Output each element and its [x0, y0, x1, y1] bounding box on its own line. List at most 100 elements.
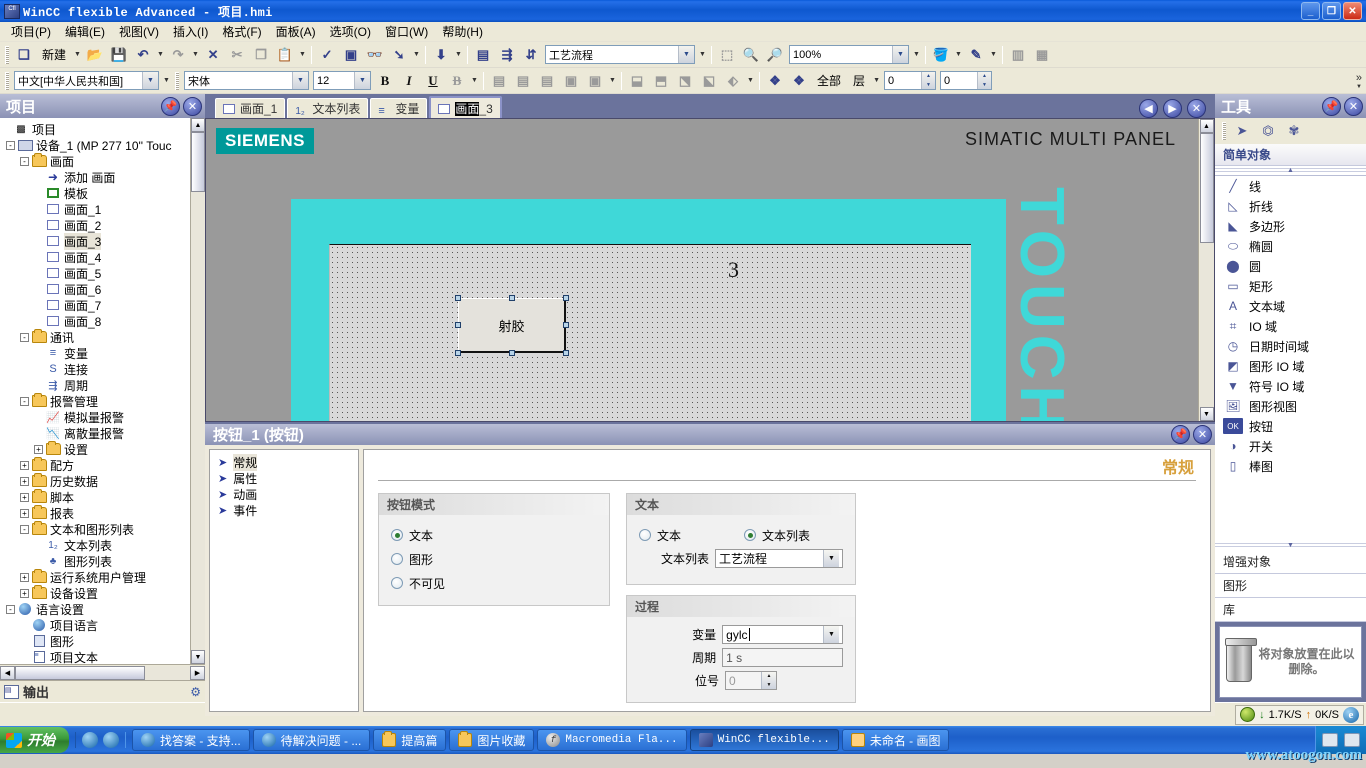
radio-button-mode-invisible[interactable]: 不可见 [391, 571, 597, 595]
tree-node[interactable]: - 文本和图形列表 [2, 521, 190, 537]
stamp-icon[interactable]: ⏣ [1255, 120, 1281, 142]
tree-node[interactable]: + 脚本 [2, 489, 190, 505]
runtime-icon[interactable]: 👓 [364, 44, 386, 66]
expand-icon[interactable]: + [20, 492, 29, 502]
trash-drop-zone[interactable]: 将对象放置在此以删除。 [1219, 626, 1362, 698]
chevron-down-icon[interactable]: ▼ [892, 46, 909, 63]
tree-node[interactable]: ≡ 变量 [2, 345, 190, 361]
tree-node[interactable]: - 语言设置 [2, 601, 190, 617]
library-icon[interactable]: ▤ [472, 44, 494, 66]
open-icon[interactable]: 📂 [84, 44, 106, 66]
layer-dropdown-icon[interactable]: ▼ [871, 70, 882, 92]
menu-project[interactable]: 项目(P) [4, 21, 58, 42]
tool-item-graphic-view[interactable]: 🖼 图形视图 [1215, 396, 1366, 416]
tree-node[interactable]: - 设备_1 (MP 277 10'' Touc [2, 137, 190, 153]
start-button[interactable]: 开始 [0, 727, 69, 753]
fill-icon[interactable]: 🪣 [930, 44, 952, 66]
resize-handle-sw[interactable] [455, 350, 461, 356]
same-height-icon[interactable]: ⬕ [698, 70, 720, 92]
menu-help[interactable]: 帮助(H) [435, 21, 490, 42]
align-left-icon[interactable]: ▤ [488, 70, 510, 92]
language-combo[interactable]: 中文[中华人民共和国] ▼ [14, 71, 159, 90]
distribute-h-icon[interactable]: ⬓ [626, 70, 648, 92]
hscroll-track[interactable] [15, 665, 190, 680]
tree-node[interactable]: + 设置 [2, 441, 190, 457]
menu-options[interactable]: 选项(O) [323, 21, 378, 42]
tool-item-rectangle[interactable]: ▭ 矩形 [1215, 276, 1366, 296]
tab-prev-icon[interactable]: ◀ [1139, 99, 1158, 118]
distribute-v-icon[interactable]: ⬒ [650, 70, 672, 92]
pointer-icon[interactable]: ➤ [1229, 120, 1255, 142]
section-graphics[interactable]: 图形 [1215, 574, 1366, 598]
menu-format[interactable]: 格式(F) [215, 21, 268, 42]
section-enhanced-objects[interactable]: 增强对象 [1215, 550, 1366, 574]
line-color-icon[interactable]: ✎ [965, 44, 987, 66]
section-library[interactable]: 库 [1215, 598, 1366, 622]
group-icon[interactable]: ▥ [1007, 44, 1029, 66]
simple-objects-list[interactable]: ╱ 线 ◺ 折线 ◣ 多边形 ⬭ 椭圆 ⬤ 圆 ▭ 矩形 A 文本域 ⌗ IO 域 ◷ 日期时间域 ◩ 图形 IO 域… [1215, 176, 1366, 476]
zoom-combo[interactable]: 100% ▼ [789, 45, 910, 64]
zoom-in-icon[interactable]: 🔍 [740, 44, 762, 66]
text-list-field[interactable]: 工艺流程 ▼ [715, 549, 843, 568]
align-right-icon[interactable]: ▤ [536, 70, 558, 92]
canvas-scroll-up-icon[interactable]: ▲ [1199, 119, 1214, 133]
tool-item-symbolic-io-field[interactable]: ▼ 符号 IO 域 [1215, 376, 1366, 396]
tree-node[interactable]: 1₂ 文本列表 [2, 537, 190, 553]
resize-handle-e[interactable] [563, 322, 569, 328]
section-collapse-icon[interactable]: ▲ [1215, 166, 1366, 175]
tool-item-polygon[interactable]: ◣ 多边形 [1215, 216, 1366, 236]
transfer-icon[interactable]: ➘ [388, 44, 410, 66]
network-speed-widget[interactable]: ↓ 1.7K/S ↑ 0K/S e [1235, 704, 1364, 725]
chevron-down-icon[interactable]: ▼ [823, 626, 839, 643]
resize-handle-nw[interactable] [455, 295, 461, 301]
tree-node[interactable]: + 报表 [2, 505, 190, 521]
collapse-icon[interactable]: - [20, 524, 29, 534]
resize-handle-n[interactable] [509, 295, 515, 301]
menu-view[interactable]: 视图(V) [112, 21, 166, 42]
close-icon[interactable]: ✕ [183, 96, 202, 116]
align-top-icon[interactable]: ▣ [560, 70, 582, 92]
collapse-icon[interactable]: - [20, 396, 29, 406]
properties-nav-item-2[interactable]: ➤ 属性 [210, 470, 358, 486]
tool-item-switch[interactable]: ◑ 开关 [1215, 436, 1366, 456]
menu-edit[interactable]: 编辑(E) [58, 21, 112, 42]
menu-window[interactable]: 窗口(W) [378, 21, 435, 42]
toolbar-grip[interactable] [5, 45, 9, 64]
radio-text-plain[interactable]: 文本 [639, 523, 744, 547]
expand-icon[interactable]: + [20, 588, 29, 598]
layer-spinner[interactable]: 0 ▲ ▼ [884, 71, 937, 90]
chevron-down-icon[interactable]: ▼ [823, 550, 839, 567]
tab-next-icon[interactable]: ▶ [1163, 99, 1182, 118]
tree-node[interactable]: - 画面 [2, 153, 190, 169]
tree-node[interactable]: + 运行系统用户管理 [2, 569, 190, 585]
textlist-combo[interactable]: 工艺流程 ▼ [545, 45, 696, 64]
canvas-scroll-track[interactable] [1199, 133, 1214, 407]
menu-insert[interactable]: 插入(I) [166, 21, 215, 42]
tree-node[interactable]: ➜ 添加 画面 [2, 169, 190, 185]
delete-icon[interactable]: ✕ [202, 44, 224, 66]
screen-work-area[interactable]: 3 射胶 [329, 244, 971, 421]
download-dropdown-icon[interactable]: ▼ [453, 44, 464, 66]
pin-icon[interactable]: 📌 [161, 96, 180, 116]
resize-handle-s[interactable] [509, 350, 515, 356]
radio-button-mode-graphic[interactable]: 图形 [391, 547, 597, 571]
tool-item-io-field[interactable]: ⌗ IO 域 [1215, 316, 1366, 336]
tree-node-root[interactable]: ▩ 项目 [2, 121, 190, 137]
align-bottom-icon[interactable]: ▣ [584, 70, 606, 92]
properties-nav-item-4[interactable]: ➤ 事件 [210, 502, 358, 518]
align-center-icon[interactable]: ▤ [512, 70, 534, 92]
zoom-overflow-icon[interactable]: ▼ [911, 44, 922, 66]
chevron-down-icon[interactable]: ▼ [354, 72, 370, 89]
radio-button-mode-text[interactable]: 文本 [391, 523, 597, 547]
layer-spinner-buttons[interactable]: ▲ ▼ [921, 72, 936, 89]
tree-node[interactable]: 📉 离散量报警 [2, 425, 190, 441]
expand-icon[interactable]: + [20, 476, 29, 486]
expand-icon[interactable]: + [20, 572, 29, 582]
tree-node[interactable]: ≡ 项目文本 [2, 649, 190, 664]
italic-button[interactable]: I [398, 70, 420, 92]
new-dropdown-icon[interactable]: ▼ [72, 44, 83, 66]
tool-item-ellipse[interactable]: ⬭ 椭圆 [1215, 236, 1366, 256]
align-icon[interactable]: ⇶ [496, 44, 518, 66]
zoom-out-icon[interactable]: 🔎 [764, 44, 786, 66]
expand-icon[interactable]: + [34, 444, 43, 454]
